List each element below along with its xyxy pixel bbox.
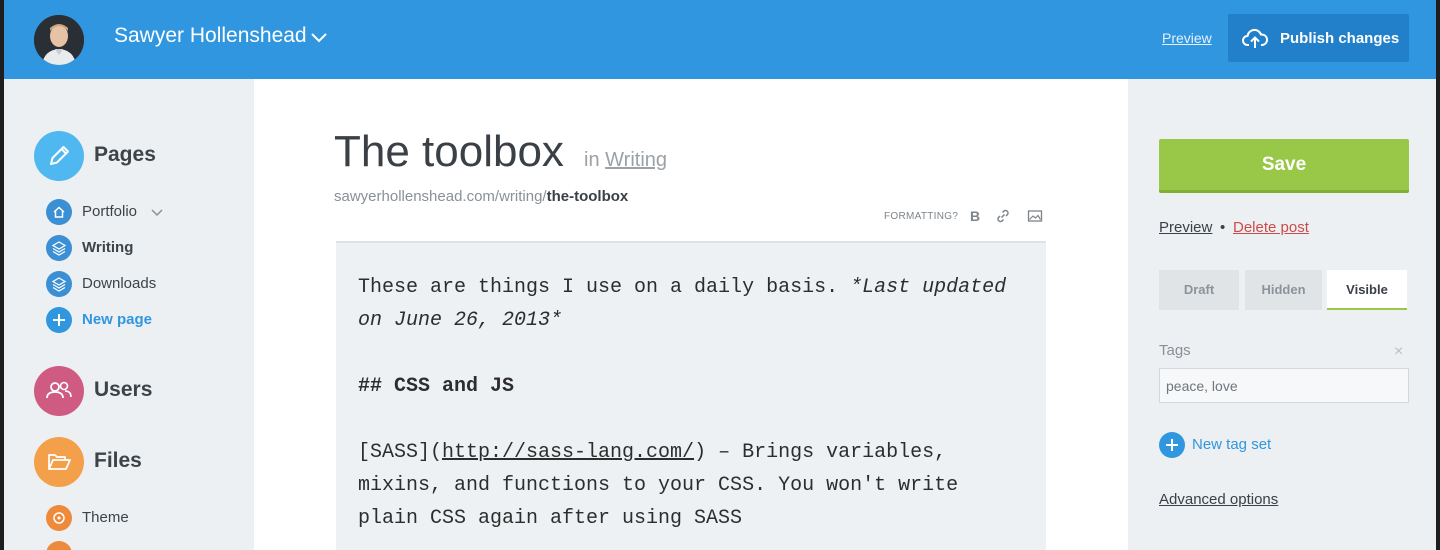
theme-icon (46, 505, 72, 531)
chevron-down-icon[interactable] (308, 26, 330, 48)
right-sidebar: Save Preview • Delete post Draft Hidden … (1128, 79, 1436, 550)
user-photo-icon (34, 15, 84, 65)
new-tag-set-link[interactable]: New tag set (1192, 436, 1271, 453)
pages-section-title[interactable]: Pages (94, 143, 156, 167)
slug: the-toolbox (546, 188, 629, 205)
layers-icon (46, 235, 72, 261)
plus-icon (46, 307, 72, 333)
body-paragraph: These are things I use on a daily basis.… (358, 271, 1024, 337)
slug-base: sawyerhollenshead.com/writing/ (334, 188, 547, 205)
category-link[interactable]: Writing (605, 149, 667, 171)
close-icon[interactable]: × (1394, 343, 1403, 361)
cloud-upload-icon (1242, 28, 1268, 48)
window-frame-right (1436, 0, 1440, 550)
in-prefix: in (584, 149, 600, 171)
delete-post-link[interactable]: Delete post (1233, 219, 1309, 236)
post-category: in Writing (584, 149, 667, 172)
user-name[interactable]: Sawyer Hollenshead (114, 24, 307, 48)
publish-changes-label: Publish changes (1280, 30, 1400, 47)
tags-label: Tags (1159, 342, 1191, 359)
left-sidebar: Pages Portfolio Writing Downloads New pa… (4, 79, 254, 550)
separator-dot: • (1220, 219, 1226, 236)
post-url[interactable]: sawyerhollenshead.com/writing/the-toolbo… (334, 188, 628, 205)
users-section-icon[interactable] (34, 366, 84, 416)
preview-link[interactable]: Preview (1162, 30, 1212, 46)
sidebar-item-label: New page (82, 311, 153, 328)
files-section-title[interactable]: Files (94, 449, 142, 473)
layers-icon (46, 271, 72, 297)
body-url: http://sass-lang.com/ (442, 441, 695, 464)
save-button[interactable]: Save (1159, 139, 1409, 193)
preview-link[interactable]: Preview (1159, 219, 1212, 236)
formatting-help-link[interactable]: FORMATTING? (884, 211, 958, 222)
bold-icon[interactable]: B (966, 207, 984, 225)
chevron-down-icon[interactable] (150, 205, 164, 219)
body-link-text: [SASS]( (358, 441, 443, 464)
files-section-icon[interactable] (34, 437, 84, 487)
sidebar-item-label: Portfolio (82, 203, 138, 220)
file-icon (46, 541, 72, 550)
post-title[interactable]: The toolbox (334, 127, 564, 177)
link-icon[interactable] (994, 207, 1012, 225)
advanced-options-link[interactable]: Advanced options (1159, 491, 1278, 508)
home-icon (46, 199, 72, 225)
publish-changes-button[interactable]: Publish changes (1228, 14, 1409, 62)
body-heading: ## CSS and JS (358, 375, 515, 398)
sidebar-item-label: Writing (82, 239, 134, 256)
pages-section-icon[interactable] (34, 131, 84, 181)
folder-open-icon (48, 454, 71, 470)
visibility-visible-tab[interactable]: Visible (1327, 270, 1407, 310)
svg-text:B: B (970, 208, 980, 224)
body-text: These are things I use on a daily basis. (358, 276, 851, 299)
image-icon[interactable] (1026, 207, 1044, 225)
top-bar: Sawyer Hollenshead Preview Publish chang… (4, 0, 1436, 79)
plus-icon[interactable] (1159, 432, 1185, 458)
tags-input[interactable] (1159, 368, 1409, 403)
markdown-editor[interactable]: These are things I use on a daily basis.… (336, 241, 1046, 550)
pencil-icon (50, 146, 69, 165)
avatar[interactable] (34, 15, 84, 65)
sidebar-item-label: Theme (82, 509, 129, 526)
body-paragraph: [SASS](http://sass-lang.com/) – Brings v… (358, 436, 1024, 535)
users-icon (46, 381, 72, 399)
visibility-draft-tab[interactable]: Draft (1159, 270, 1239, 310)
users-section-title[interactable]: Users (94, 378, 152, 402)
visibility-hidden-tab[interactable]: Hidden (1245, 270, 1322, 310)
post-editor: The toolbox in Writing sawyerhollenshead… (254, 79, 1128, 550)
sidebar-item-label: Downloads (82, 275, 157, 292)
